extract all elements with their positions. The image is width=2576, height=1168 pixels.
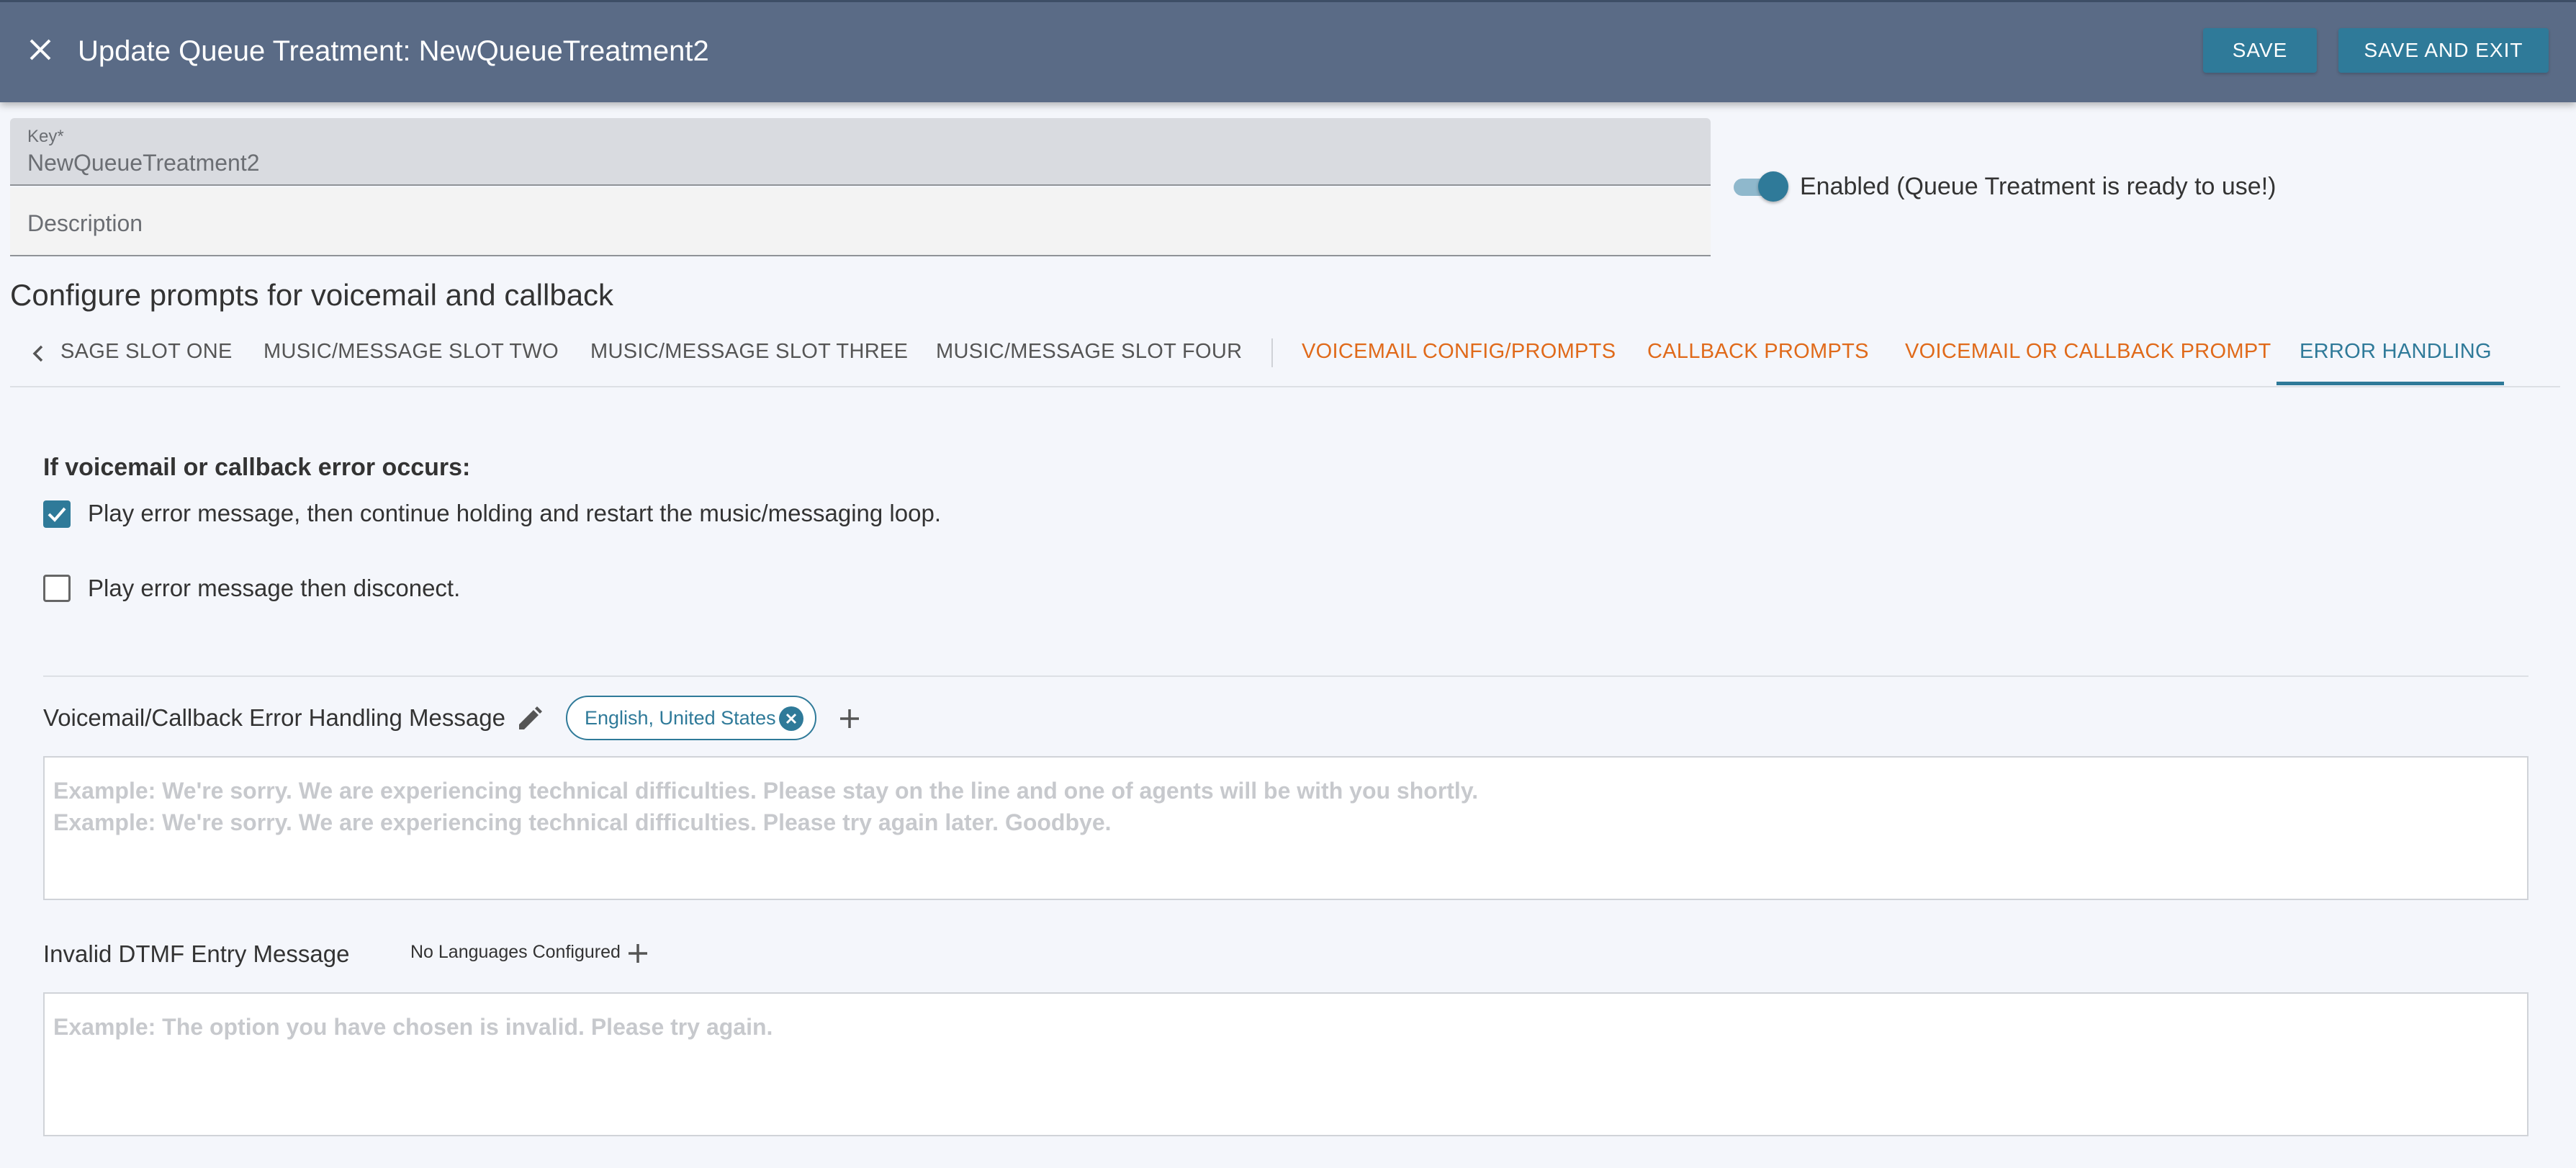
toggle-thumb bbox=[1758, 171, 1788, 202]
language-chip-label: English, United States bbox=[585, 707, 776, 729]
error-heading: If voicemail or callback error occurs: bbox=[43, 454, 471, 481]
check-icon bbox=[48, 507, 66, 522]
close-icon bbox=[30, 39, 51, 60]
chevron-left-icon bbox=[32, 345, 43, 362]
key-label: Key* bbox=[27, 127, 64, 146]
tab-voicemail-or-callback[interactable]: VOICEMAIL OR CALLBACK PROMPT bbox=[1905, 340, 2271, 364]
section-title: Configure prompts for voicemail and call… bbox=[10, 278, 614, 312]
language-chip[interactable]: English, United States bbox=[566, 696, 816, 740]
description-placeholder: Description bbox=[27, 210, 143, 236]
tab-message-slot-three[interactable]: MUSIC/MESSAGE SLOT THREE bbox=[590, 340, 908, 364]
enabled-toggle[interactable] bbox=[1734, 170, 1788, 205]
chip-close-icon[interactable] bbox=[779, 706, 803, 731]
error-message-placeholder: Example: We're sorry. We are experiencin… bbox=[53, 778, 1479, 835]
key-field[interactable]: Key* NewQueueTreatment2 bbox=[10, 118, 1711, 186]
tab-scroll-left-button[interactable] bbox=[20, 336, 56, 372]
dtmf-message-placeholder: Example: The option you have chosen is i… bbox=[53, 1014, 773, 1040]
pencil-icon bbox=[519, 706, 542, 729]
tab-message-slot-two[interactable]: MUSIC/MESSAGE SLOT TWO bbox=[264, 340, 559, 364]
error-message-label: Voicemail/Callback Error Handling Messag… bbox=[43, 704, 505, 731]
plus-icon bbox=[629, 944, 647, 963]
close-button[interactable] bbox=[20, 30, 60, 70]
key-value: NewQueueTreatment2 bbox=[27, 150, 260, 176]
save-button[interactable]: SAVE bbox=[2203, 28, 2317, 73]
continue-checkbox[interactable] bbox=[43, 500, 71, 528]
tab-divider bbox=[1271, 338, 1273, 367]
plus-icon bbox=[840, 709, 859, 728]
continue-option-label: Play error message, then continue holdin… bbox=[88, 500, 941, 526]
add-language-button[interactable] bbox=[834, 703, 865, 735]
tab-voicemail-config[interactable]: VOICEMAIL CONFIG/PROMPTS bbox=[1302, 340, 1616, 364]
divider bbox=[43, 675, 2528, 677]
dtmf-message-textarea[interactable]: Example: The option you have chosen is i… bbox=[43, 992, 2528, 1136]
save-and-exit-button[interactable]: SAVE AND EXIT bbox=[2338, 28, 2549, 73]
tab-message-slot-four[interactable]: MUSIC/MESSAGE SLOT FOUR bbox=[936, 340, 1242, 364]
tab-message-slot-one[interactable]: SAGE SLOT ONE bbox=[60, 340, 233, 364]
no-languages-text: No Languages Configured bbox=[410, 942, 621, 962]
page-title: Update Queue Treatment: NewQueueTreatmen… bbox=[78, 35, 709, 67]
active-tab-indicator bbox=[2276, 382, 2504, 385]
tab-error-handling[interactable]: ERROR HANDLING bbox=[2300, 340, 2492, 364]
disconnect-checkbox[interactable] bbox=[43, 575, 71, 602]
error-message-textarea[interactable]: Example: We're sorry. We are experiencin… bbox=[43, 756, 2528, 900]
tab-callback-prompts[interactable]: CALLBACK PROMPTS bbox=[1647, 340, 1869, 364]
add-dtmf-language-button[interactable] bbox=[622, 938, 654, 969]
description-field[interactable]: Description bbox=[10, 187, 1711, 256]
disconnect-option-label: Play error message then disconect. bbox=[88, 575, 461, 601]
edit-button[interactable] bbox=[511, 701, 547, 737]
enabled-label: Enabled (Queue Treatment is ready to use… bbox=[1800, 173, 2276, 200]
app-header: Update Queue Treatment: NewQueueTreatmen… bbox=[0, 0, 2576, 102]
dtmf-message-label: Invalid DTMF Entry Message bbox=[43, 940, 350, 967]
